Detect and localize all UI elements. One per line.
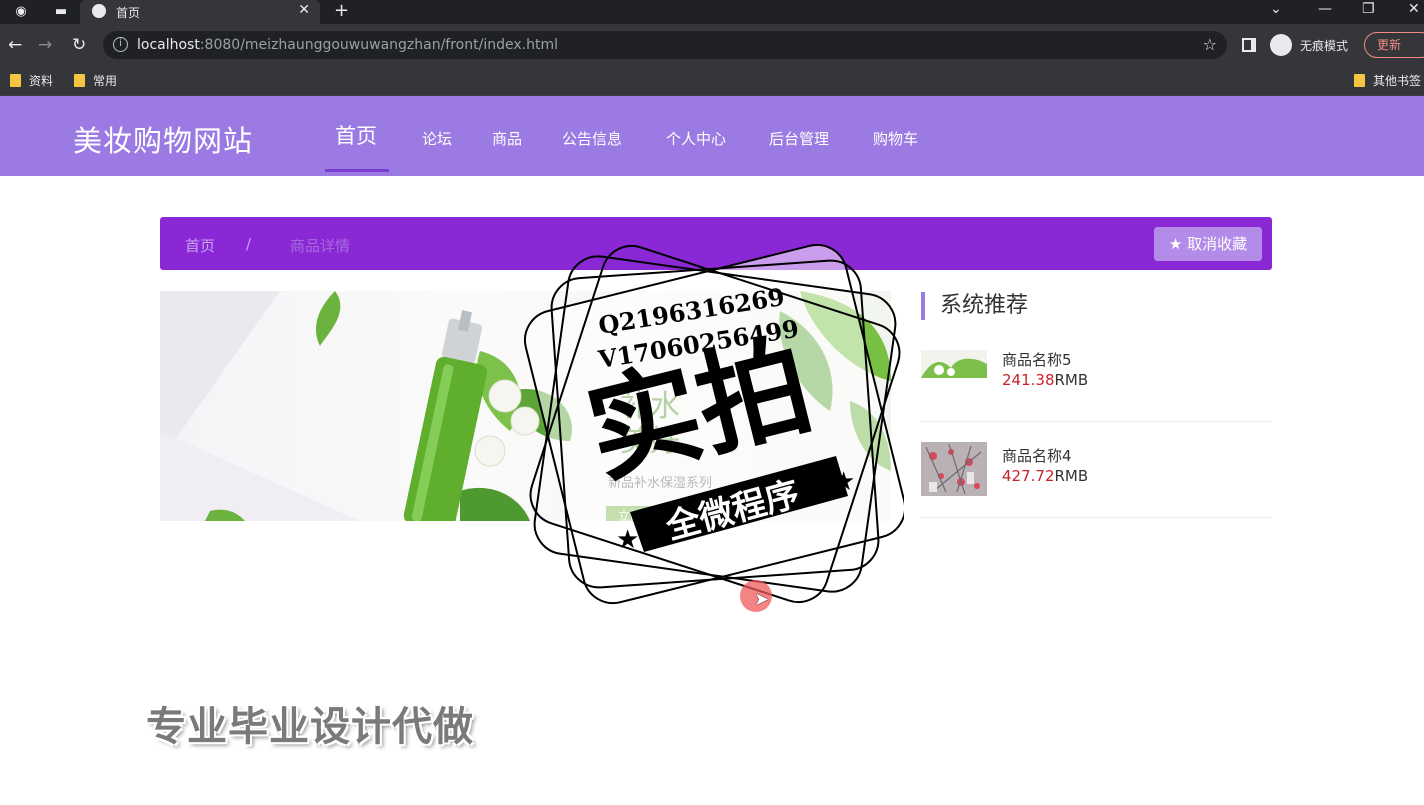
reload-icon[interactable]: ↻	[72, 36, 86, 54]
close-tab-icon[interactable]: ✕	[298, 2, 310, 18]
site-logo[interactable]: 美妆购物网站	[73, 118, 253, 160]
address-toolbar: ← → ↻ i localhost:8080/meizhaunggouwuwan…	[0, 24, 1424, 66]
incognito-icon[interactable]	[1270, 34, 1292, 56]
recommend-title: 系统推荐	[921, 292, 1028, 320]
bookmarks-bar: 资料 常用 其他书签	[0, 66, 1424, 96]
svg-text:补水: 补水	[620, 390, 680, 423]
folder-icon	[1354, 74, 1365, 87]
product-banner-art: 补水 美好 新品补水保湿系列 立即	[160, 291, 891, 521]
tab-title: 首页	[116, 6, 141, 20]
bookmark-star-icon[interactable]: ☆	[1203, 35, 1217, 54]
nav-goods[interactable]: 商品	[492, 128, 522, 149]
promo-watermark: 专业毕业设计代做	[146, 704, 474, 750]
nav-forum[interactable]: 论坛	[422, 128, 452, 149]
site-info-icon[interactable]: i	[113, 37, 128, 52]
recommend-item[interactable]: 商品名称4 427.72RMB	[921, 442, 1272, 518]
browser-tab-strip: ◉ ▬ 首页 ✕ + ⌄ — ❐ ✕	[0, 0, 1424, 24]
unfavorite-button[interactable]: ★ 取消收藏	[1154, 227, 1262, 261]
cursor-arrow-icon: ➤	[754, 589, 770, 610]
star-icon: ★	[1168, 235, 1183, 253]
incognito-label: 无痕模式	[1300, 39, 1349, 53]
forward-icon[interactable]: →	[38, 36, 52, 54]
nav-notice[interactable]: 公告信息	[562, 128, 622, 149]
svg-text:立即: 立即	[618, 508, 642, 521]
globe-icon	[92, 4, 106, 18]
bookmark-folder-resources[interactable]: 资料	[10, 72, 53, 89]
back-icon[interactable]: ←	[8, 36, 22, 54]
close-window-icon[interactable]: ✕	[1408, 1, 1420, 17]
globe-icon[interactable]: ◉	[12, 3, 30, 21]
restore-icon[interactable]: ❐	[1362, 1, 1375, 17]
breadcrumb-separator: /	[246, 235, 252, 253]
chevron-down-icon[interactable]: ⌄	[1270, 1, 1282, 17]
product-price: 427.72RMB	[1002, 467, 1089, 485]
window-icon[interactable]: ▬	[52, 3, 70, 21]
update-button[interactable]: 更新	[1364, 32, 1424, 58]
product-thumbnail[interactable]	[921, 442, 987, 496]
svg-text:美好: 美好	[620, 425, 680, 458]
browser-tab[interactable]: 首页 ✕	[80, 0, 320, 24]
folder-icon	[74, 74, 85, 87]
product-thumb-art	[921, 350, 987, 378]
nav-admin[interactable]: 后台管理	[769, 128, 829, 149]
new-tab-button[interactable]: +	[334, 0, 349, 22]
product-name[interactable]: 商品名称5	[1002, 349, 1072, 370]
product-price: 241.38RMB	[1002, 371, 1089, 389]
nav-profile[interactable]: 个人中心	[666, 128, 726, 149]
product-thumbnail[interactable]	[921, 350, 987, 378]
svg-text:★: ★	[616, 525, 639, 555]
product-thumb-art	[921, 442, 987, 496]
minimize-icon[interactable]: —	[1318, 1, 1332, 17]
active-nav-indicator	[325, 169, 389, 172]
breadcrumb-current: 商品详情	[290, 237, 351, 255]
breadcrumb: 首页 / 商品详情 ★ 取消收藏	[160, 217, 1272, 270]
nav-home[interactable]: 首页	[335, 120, 377, 150]
bookmark-folder-common[interactable]: 常用	[74, 72, 117, 89]
svg-text:新品补水保湿系列: 新品补水保湿系列	[608, 475, 712, 490]
product-name[interactable]: 商品名称4	[1002, 445, 1072, 466]
product-image: 补水 美好 新品补水保湿系列 立即	[160, 291, 891, 521]
site-header: 美妆购物网站 首页 论坛 商品 公告信息 个人中心 后台管理 购物车	[0, 96, 1424, 176]
url-text[interactable]: localhost:8080/meizhaunggouwuwangzhan/fr…	[137, 37, 558, 53]
nav-cart[interactable]: 购物车	[873, 128, 918, 149]
folder-icon	[10, 74, 21, 87]
side-panel-icon[interactable]	[1242, 38, 1256, 52]
url-bar[interactable]: i localhost:8080/meizhaunggouwuwangzhan/…	[103, 31, 1227, 59]
recommend-item[interactable]: 商品名称5 241.38RMB	[921, 346, 1272, 422]
other-bookmarks[interactable]: 其他书签	[1354, 72, 1421, 89]
breadcrumb-home[interactable]: 首页	[185, 235, 215, 256]
